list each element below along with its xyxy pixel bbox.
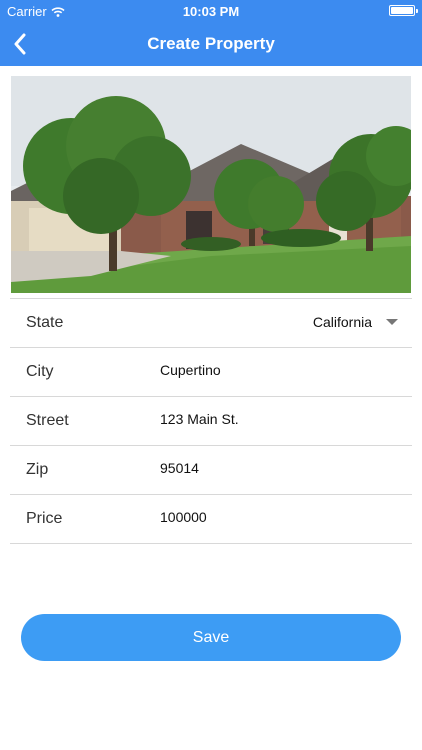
status-time: 10:03 PM: [182, 4, 240, 19]
battery-fill: [391, 7, 413, 14]
price-row: Price: [10, 495, 412, 544]
house-photo: [11, 76, 411, 293]
save-button[interactable]: Save: [21, 614, 401, 661]
state-label: State: [26, 314, 64, 331]
city-input[interactable]: [160, 362, 390, 378]
price-input[interactable]: [160, 509, 390, 525]
state-row: State California: [10, 299, 412, 348]
city-label: City: [26, 363, 54, 380]
state-value: California: [312, 314, 372, 330]
price-label: Price: [26, 510, 63, 527]
city-row: City: [10, 348, 412, 397]
state-select[interactable]: California: [313, 314, 398, 330]
battery-icon: [389, 5, 418, 16]
status-bar: Carrier 10:03 PM: [0, 0, 422, 22]
navigation-bar: Create Property: [0, 22, 422, 66]
street-row: Street: [10, 397, 412, 446]
zip-label: Zip: [26, 461, 49, 478]
property-form: State California City Street Zip Price: [10, 298, 412, 544]
street-label: Street: [26, 412, 69, 429]
page-title: Create Property: [147, 34, 275, 53]
zip-row: Zip: [10, 446, 412, 495]
app-header: Carrier 10:03 PM Create Property: [0, 0, 422, 66]
street-input[interactable]: [160, 411, 390, 427]
zip-input[interactable]: [160, 460, 390, 476]
dropdown-caret-icon: [386, 319, 398, 325]
